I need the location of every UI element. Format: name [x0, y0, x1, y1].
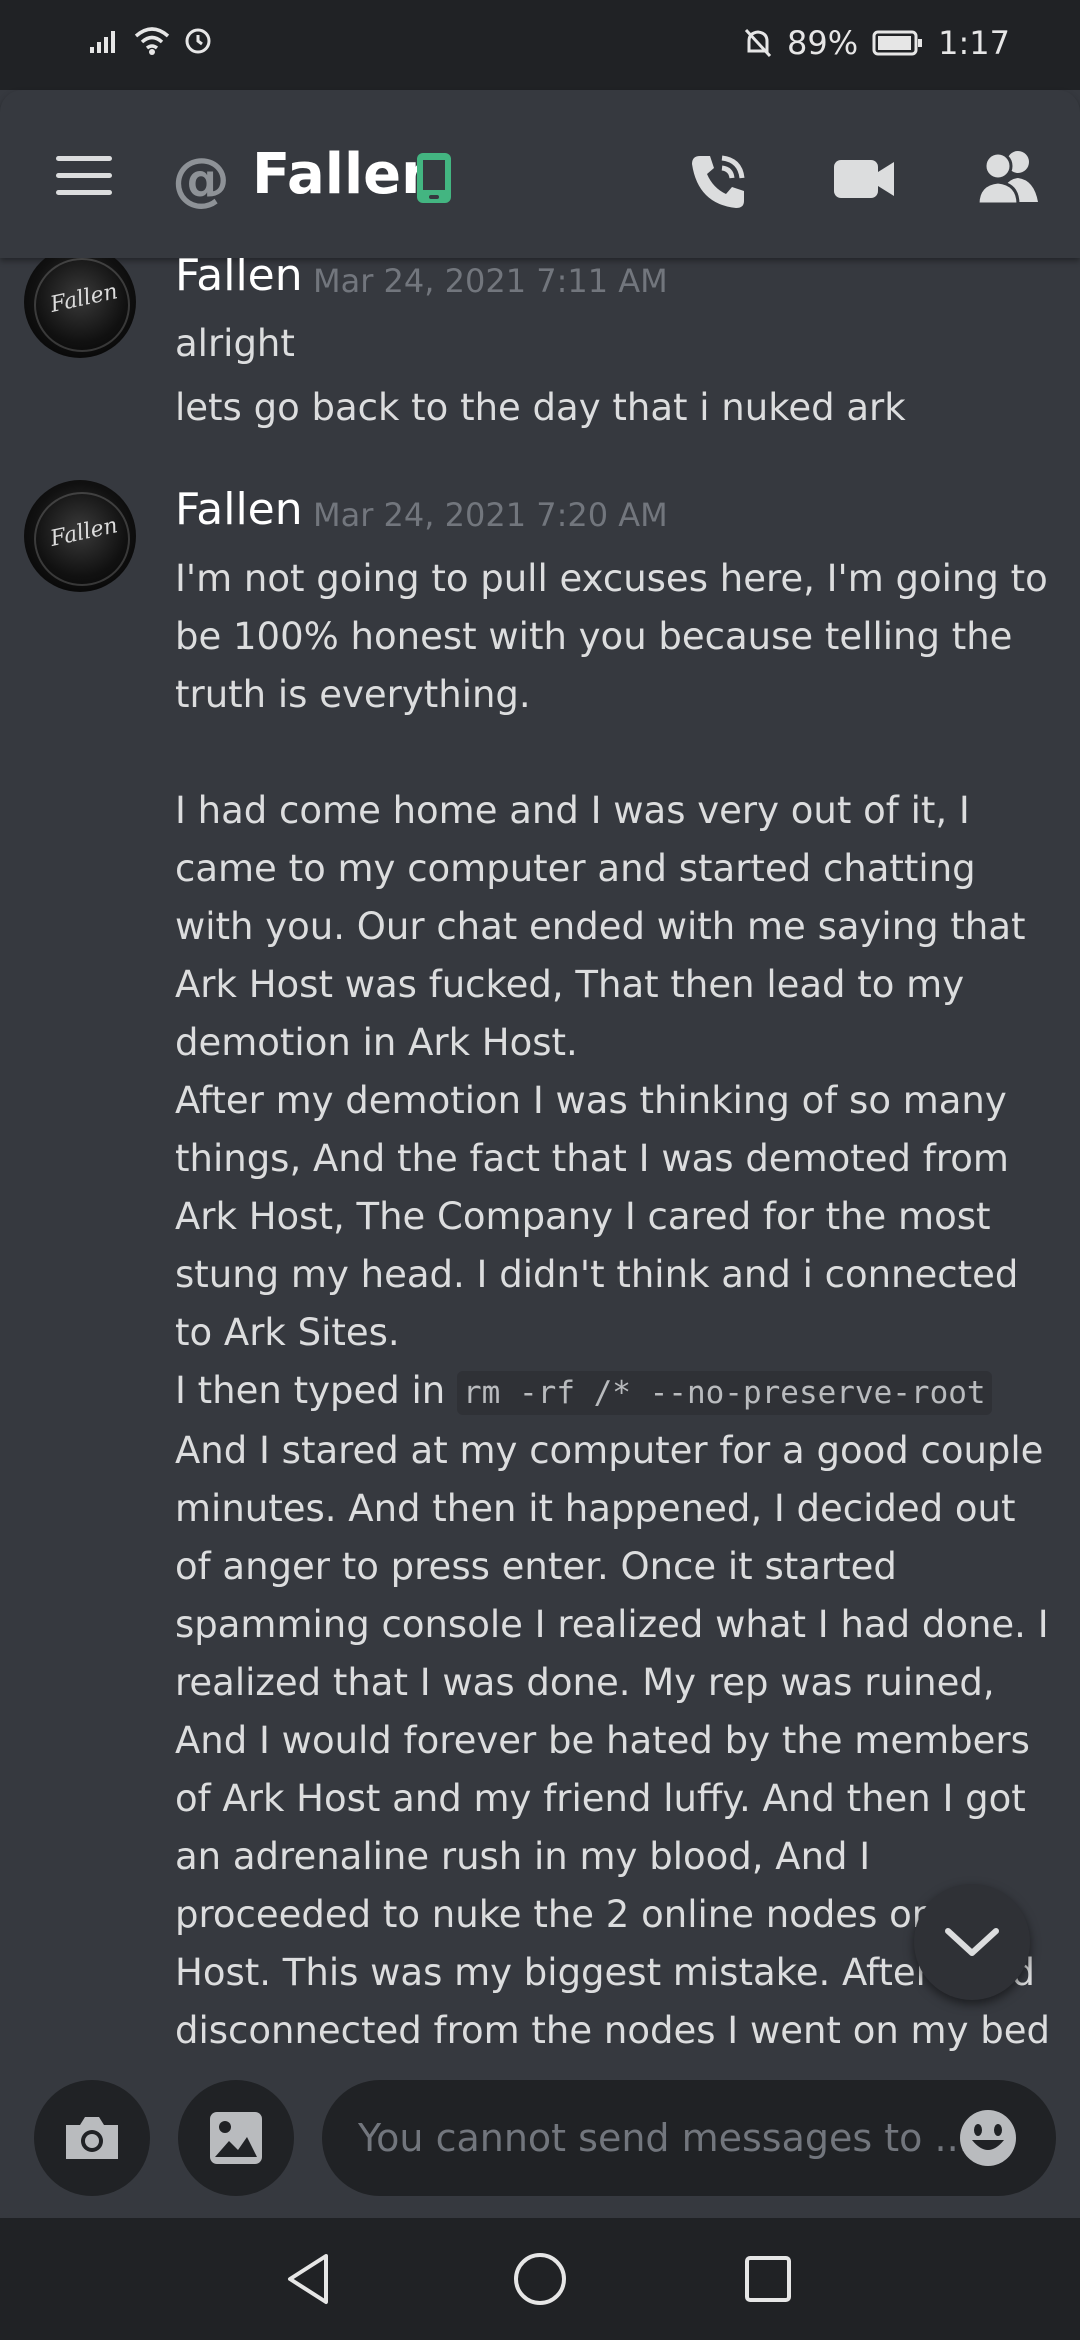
message-content: alright lets go back to the day that i n…: [175, 312, 1055, 440]
message-paragraph: After my demotion I was thinking of so m…: [175, 1079, 1019, 1354]
jump-to-bottom-button[interactable]: [914, 1884, 1030, 2000]
status-bar: 89% 1:17: [0, 0, 1080, 90]
message-content: I'm not going to pull excuses here, I'm …: [175, 550, 1055, 2058]
message-input[interactable]: You cannot send messages to ...: [322, 2080, 1056, 2196]
message-timestamp: Mar 24, 2021 7:20 AM: [313, 496, 668, 534]
camera-icon: [66, 2117, 118, 2159]
message-paragraph: I had come home and I was very out of it…: [175, 789, 1026, 1064]
message-author[interactable]: Fallen: [175, 484, 303, 535]
status-left: [88, 24, 214, 56]
status-right: 89% 1:17: [743, 24, 1010, 62]
back-icon[interactable]: [284, 2252, 332, 2306]
mobile-status-icon: [417, 153, 451, 203]
image-icon: [210, 2112, 262, 2164]
gallery-button[interactable]: [178, 2080, 294, 2196]
chevron-down-icon: [945, 1928, 999, 1956]
signal-icon: [90, 31, 115, 53]
avatar[interactable]: Fallen: [24, 480, 136, 592]
inline-code: rm -rf /* --no-preserve-root: [457, 1371, 992, 1415]
channel-title: Fallen: [252, 142, 441, 207]
chat-input-bar: You cannot send messages to ...: [0, 2058, 1080, 2218]
menu-icon[interactable]: [56, 156, 112, 196]
message-paragraph: I'm not going to pull excuses here, I'm …: [175, 557, 1048, 716]
channel-header: @ Fallen: [0, 90, 1080, 258]
input-placeholder: You cannot send messages to ...: [358, 2116, 971, 2160]
call-icon[interactable]: [686, 150, 750, 214]
video-call-icon[interactable]: [832, 156, 896, 202]
message-timestamp: Mar 24, 2021 7:11 AM: [313, 262, 668, 300]
message-paragraph: I then typed in rm -rf /* --no-preserve-…: [175, 1362, 1055, 1422]
clock: 1:17: [938, 24, 1010, 62]
system-nav-bar: [0, 2218, 1080, 2340]
members-icon[interactable]: [976, 148, 1042, 204]
message-author[interactable]: Fallen: [175, 258, 303, 301]
message-list[interactable]: Fallen Fallen Mar 24, 2021 7:11 AM alrig…: [0, 258, 1080, 2058]
bell-off-icon: [744, 28, 772, 58]
message-line: alright: [175, 322, 295, 365]
recents-icon[interactable]: [744, 2255, 792, 2303]
battery-icon: [872, 30, 923, 56]
at-symbol: @: [172, 145, 230, 213]
home-icon[interactable]: [512, 2251, 568, 2307]
battery-percent: 89%: [787, 24, 859, 62]
avatar[interactable]: Fallen: [24, 258, 136, 358]
message-line: lets go back to the day that i nuked ark: [175, 386, 906, 429]
wifi-icon: [134, 27, 170, 55]
camera-button[interactable]: [34, 2080, 150, 2196]
alarm-icon: [185, 28, 211, 54]
emoji-icon[interactable]: [958, 2108, 1018, 2168]
